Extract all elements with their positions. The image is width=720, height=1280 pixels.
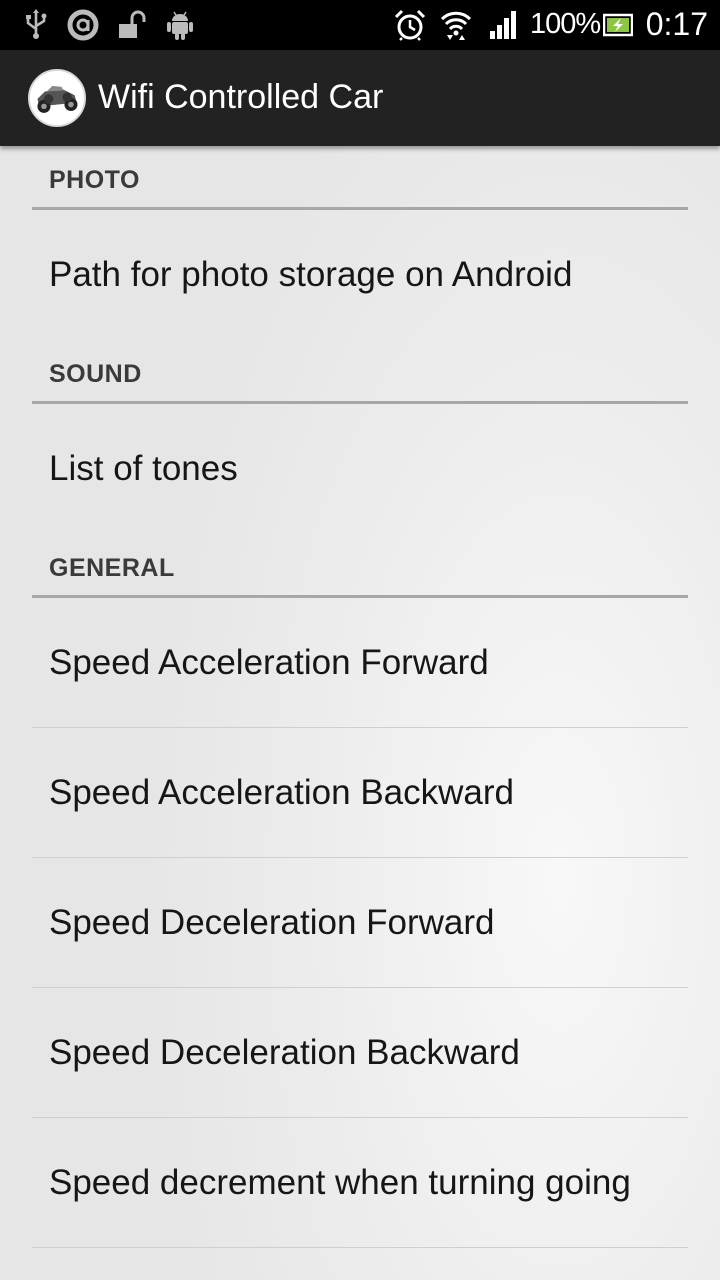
category-sound: SOUND — [0, 340, 720, 404]
battery-charging-icon — [603, 9, 633, 41]
category-general: GENERAL — [0, 534, 720, 598]
usb-icon — [20, 9, 52, 41]
category-header: SOUND — [49, 360, 142, 388]
preference-list[interactable]: PHOTO Path for photo storage on Android … — [0, 146, 720, 1248]
signal-icon — [488, 9, 520, 41]
action-bar: Wifi Controlled Car — [0, 50, 720, 146]
pref-speed-accel-backward[interactable]: Speed Acceleration Backward — [0, 728, 720, 858]
pref-label: Speed decrement when turning going — [49, 1163, 631, 1202]
pref-label: Speed Deceleration Forward — [49, 903, 495, 942]
alarm-icon — [394, 9, 426, 41]
pref-list-of-tones[interactable]: List of tones — [0, 404, 720, 534]
unlock-icon — [116, 9, 148, 41]
pref-label: Speed Acceleration Backward — [49, 773, 514, 812]
status-bar: 100% 0:17 — [0, 0, 720, 50]
battery-percent: 100% — [530, 8, 601, 40]
pref-speed-accel-forward[interactable]: Speed Acceleration Forward — [0, 598, 720, 728]
android-debug-icon — [164, 9, 196, 41]
rc-car-icon[interactable] — [28, 69, 86, 127]
category-header: PHOTO — [49, 166, 140, 194]
pref-speed-decel-backward[interactable]: Speed Deceleration Backward — [0, 988, 720, 1118]
item-divider — [32, 1247, 688, 1248]
category-header: GENERAL — [49, 554, 175, 582]
app-title: Wifi Controlled Car — [98, 78, 384, 116]
pref-label: List of tones — [49, 449, 238, 488]
pref-label: Speed Deceleration Backward — [49, 1033, 520, 1072]
a-circle-icon — [67, 9, 99, 41]
pref-speed-decel-forward[interactable]: Speed Deceleration Forward — [0, 858, 720, 988]
category-photo: PHOTO — [0, 146, 720, 210]
pref-speed-decrement-turning[interactable]: Speed decrement when turning going — [0, 1118, 720, 1248]
pref-label: Speed Acceleration Forward — [49, 643, 489, 682]
wifi-icon — [440, 9, 472, 41]
pref-label: Path for photo storage on Android — [49, 255, 573, 294]
clock: 0:17 — [645, 6, 708, 42]
pref-photo-path[interactable]: Path for photo storage on Android — [0, 210, 720, 340]
